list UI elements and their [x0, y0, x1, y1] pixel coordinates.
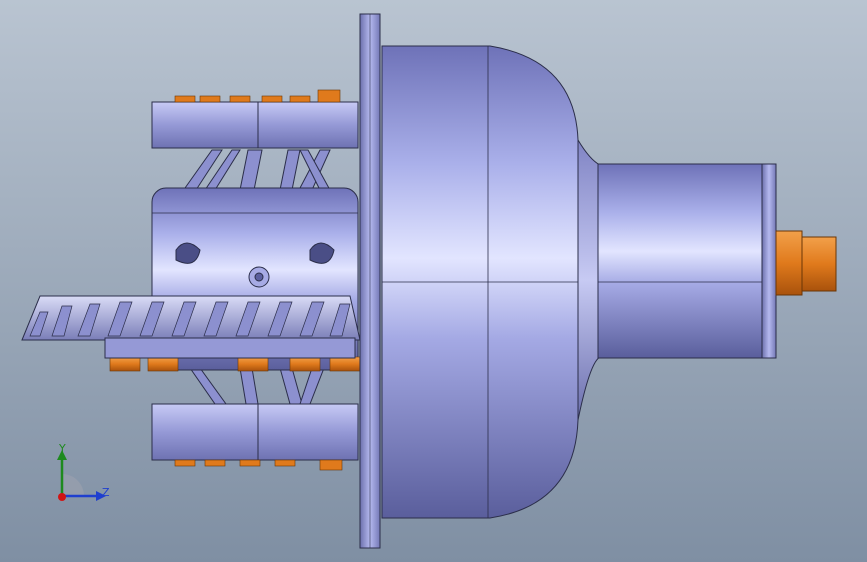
z-axis-label: Z: [102, 486, 110, 499]
output-shaft: [597, 163, 777, 359]
cad-model[interactable]: [0, 0, 867, 562]
triad-graphic: [57, 450, 106, 501]
axis-triad: Y Z: [40, 440, 120, 510]
graphics-viewport[interactable]: Y Z: [0, 0, 867, 562]
x-axis-dot: [58, 493, 66, 501]
triad-plane: [62, 474, 84, 496]
flange-plate: [359, 13, 381, 549]
shaft-nut: [775, 230, 837, 296]
bearing-cap-bottom: [151, 403, 359, 471]
y-axis-label: Y: [59, 442, 66, 455]
main-housing: [381, 45, 579, 519]
